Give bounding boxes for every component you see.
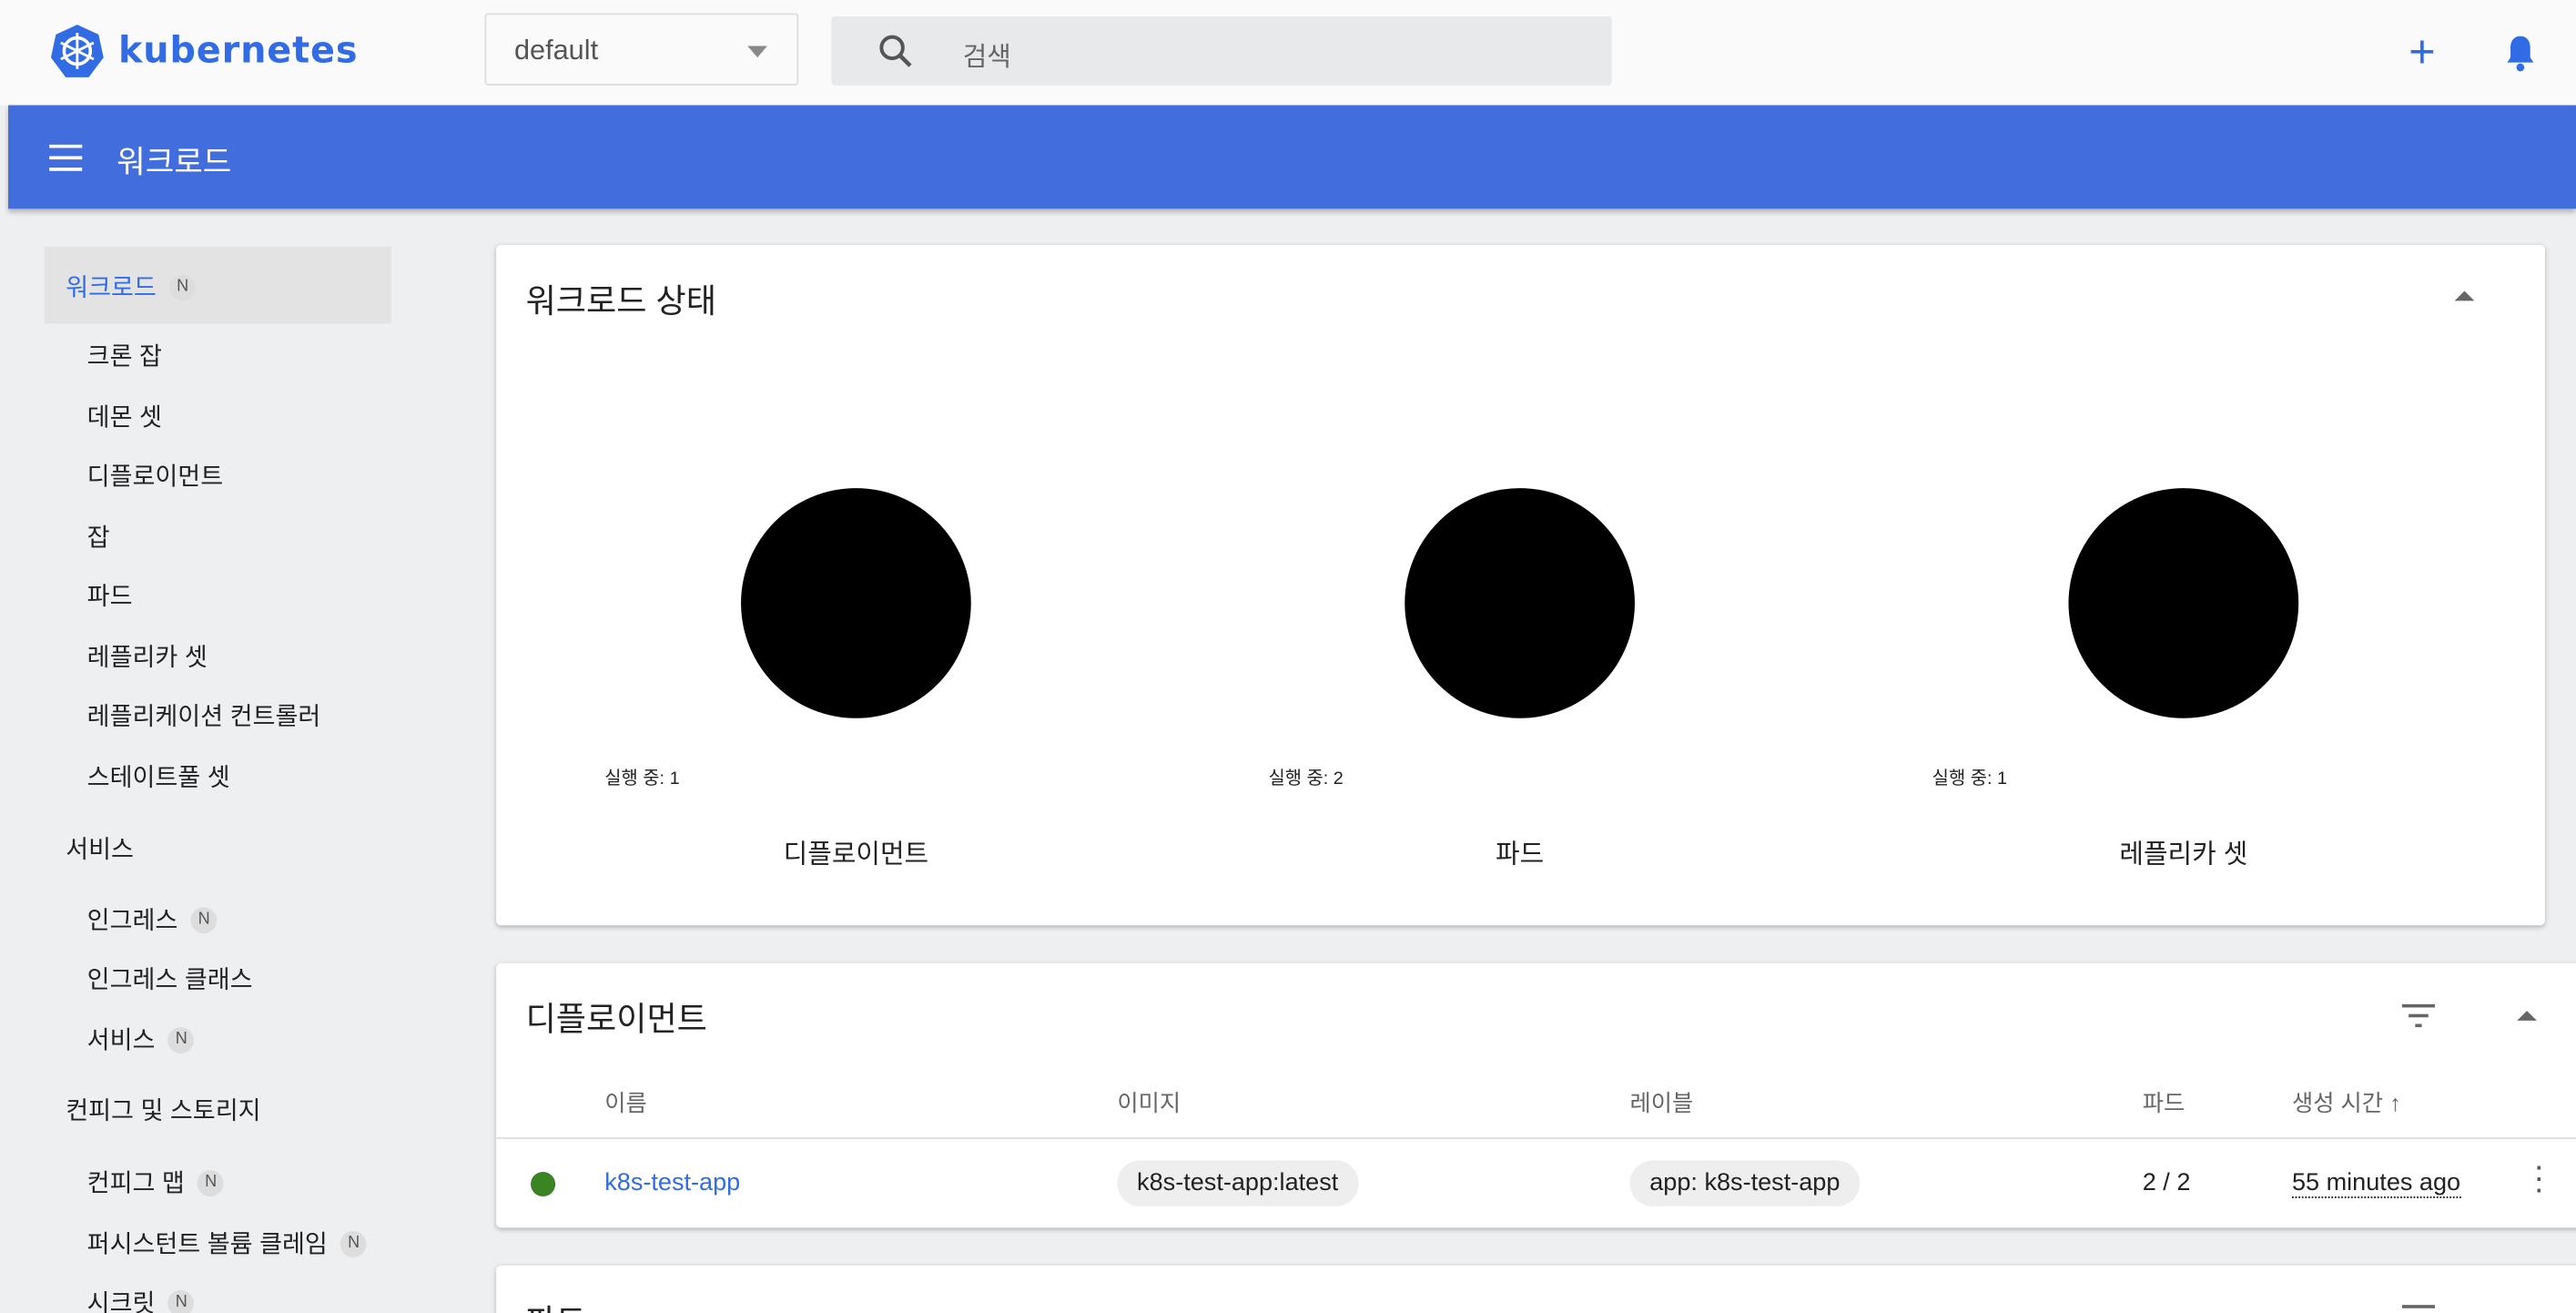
sidebar-item-secrets[interactable]: 시크릿 N	[87, 1286, 195, 1313]
collapse-arrow-icon[interactable]	[2455, 290, 2475, 300]
sidebar-item-label: 서비스	[87, 1023, 156, 1057]
notifications-bell-icon[interactable]	[2502, 33, 2539, 72]
namespaced-badge: N	[198, 1169, 224, 1196]
running-count: 실행 중: 1	[604, 764, 679, 790]
sidebar-item-pods[interactable]: 파드	[87, 578, 133, 613]
sidebar-item-workloads[interactable]: 워크로드 N	[45, 247, 391, 324]
label-chip: app: k8s-test-app	[1630, 1160, 1861, 1206]
sidebar-item-label: 레플리카 셋	[87, 639, 208, 674]
top-header: kubernetes default 검색 +	[0, 0, 2576, 106]
sidebar-item-statefulsets[interactable]: 스테이트풀 셋	[87, 759, 230, 794]
sidebar-section-config[interactable]: 컨피그 및 스토리지	[66, 1093, 260, 1127]
running-count: 실행 중: 2	[1268, 764, 1343, 790]
page-title: 워크로드	[117, 138, 231, 183]
running-count: 실행 중: 1	[1932, 764, 2007, 790]
sidebar-item-label: 디플로이먼트	[87, 459, 223, 494]
pods-status-chart	[1405, 488, 1635, 718]
pods-card: 파드	[496, 1266, 2576, 1313]
sidebar-item-deployments[interactable]: 디플로이먼트	[87, 459, 223, 494]
filter-icon[interactable]	[2402, 1004, 2435, 1033]
sidebar: 워크로드 N 크론 잡 데몬 셋 디플로이먼트 잡 파드 레플리카 셋 레플리케이…	[0, 209, 451, 1313]
deployment-name-link[interactable]: k8s-test-app	[604, 1168, 740, 1196]
status-running-icon	[531, 1172, 555, 1196]
search-icon	[877, 33, 914, 69]
sidebar-item-label: 레플리케이션 컨트롤러	[87, 698, 321, 733]
sidebar-item-label: 서비스	[66, 831, 134, 866]
column-header-labels: 레이블	[1630, 1086, 1694, 1119]
card-title: 파드	[526, 1295, 586, 1313]
brand-name: kubernetes	[118, 30, 358, 71]
namespaced-badge: N	[169, 274, 196, 300]
search-placeholder: 검색	[963, 35, 1011, 74]
more-actions-icon[interactable]: ···	[2533, 1162, 2544, 1196]
sidebar-section-services[interactable]: 서비스	[66, 831, 134, 866]
sidebar-item-replicasets[interactable]: 레플리카 셋	[87, 639, 208, 674]
sidebar-item-label: 파드	[87, 578, 133, 613]
kubernetes-wheel-icon	[49, 23, 105, 78]
collapse-arrow-icon[interactable]	[2517, 1011, 2537, 1021]
menu-hamburger-icon[interactable]	[49, 145, 82, 179]
dropdown-arrow-icon	[747, 46, 767, 58]
page-toolbar: 워크로드	[8, 106, 2576, 209]
sidebar-item-label: 퍼시스턴트 볼륨 클레임	[87, 1226, 328, 1261]
filter-icon[interactable]	[2402, 1305, 2435, 1308]
namespaced-badge: N	[168, 1026, 195, 1053]
sidebar-item-daemonsets[interactable]: 데몬 셋	[87, 400, 162, 434]
sidebar-item-ingresses[interactable]: 인그레스 N	[87, 902, 218, 937]
sidebar-item-ingressclasses[interactable]: 인그레스 클래스	[87, 962, 253, 996]
sidebar-item-label: 워크로드	[66, 270, 157, 304]
sidebar-item-label: 인그레스 클래스	[87, 962, 253, 996]
chart-label: 디플로이먼트	[692, 831, 1020, 870]
sidebar-item-pvcs[interactable]: 퍼시스턴트 볼륨 클레임 N	[87, 1226, 367, 1261]
kubernetes-logo[interactable]: kubernetes	[49, 23, 358, 78]
sidebar-item-configmaps[interactable]: 컨피그 맵 N	[87, 1165, 224, 1200]
sidebar-item-label: 컨피그 맵	[87, 1165, 185, 1200]
pods-count: 2 / 2	[2143, 1168, 2191, 1196]
sidebar-item-services[interactable]: 서비스 N	[87, 1023, 195, 1057]
created-time: 55 minutes ago	[2292, 1168, 2460, 1197]
image-chip: k8s-test-app:latest	[1117, 1160, 1358, 1206]
search-input[interactable]: 검색	[831, 16, 1611, 86]
card-title: 디플로이먼트	[526, 992, 707, 1040]
namespaced-badge: N	[191, 906, 218, 932]
namespaced-badge: N	[340, 1230, 367, 1257]
card-title: 워크로드 상태	[526, 274, 716, 321]
table-row: k8s-test-app k8s-test-app:latest app: k8…	[496, 1139, 2576, 1227]
namespace-select[interactable]: default	[484, 13, 798, 85]
sidebar-item-label: 시크릿	[87, 1286, 156, 1313]
workload-status-card: 워크로드 상태 실행 중: 1 디플로이먼트 실행 중: 2 파드 실행 중: …	[496, 245, 2545, 925]
sidebar-item-replicationcontrollers[interactable]: 레플리케이션 컨트롤러	[87, 698, 321, 733]
chart-label: 파드	[1355, 831, 1684, 870]
replicasets-status-chart	[2068, 488, 2298, 718]
sidebar-item-label: 컨피그 및 스토리지	[66, 1093, 260, 1127]
sort-ascending-icon: ↑	[2389, 1090, 2401, 1116]
sidebar-item-label: 잡	[87, 519, 110, 554]
sidebar-item-cronjobs[interactable]: 크론 잡	[87, 339, 162, 373]
sidebar-item-label: 크론 잡	[87, 339, 162, 373]
column-header-images: 이미지	[1117, 1086, 1181, 1119]
deployments-card: 디플로이먼트 이름 이미지 레이블 파드 생성 시간 ↑ k8s-test-ap…	[496, 963, 2576, 1228]
sidebar-item-label: 데몬 셋	[87, 400, 162, 434]
sidebar-item-label: 인그레스	[87, 902, 178, 937]
column-header-pods: 파드	[2143, 1086, 2186, 1119]
column-header-created[interactable]: 생성 시간 ↑	[2292, 1086, 2401, 1119]
namespaced-badge: N	[168, 1289, 195, 1313]
deployments-status-chart	[741, 488, 971, 718]
chart-label: 레플리카 셋	[2019, 831, 2348, 870]
sidebar-item-jobs[interactable]: 잡	[87, 519, 110, 554]
namespace-value: default	[514, 35, 598, 66]
sidebar-item-label: 스테이트풀 셋	[87, 759, 230, 794]
create-plus-icon[interactable]: +	[2409, 33, 2436, 72]
column-header-name[interactable]: 이름	[604, 1086, 647, 1119]
